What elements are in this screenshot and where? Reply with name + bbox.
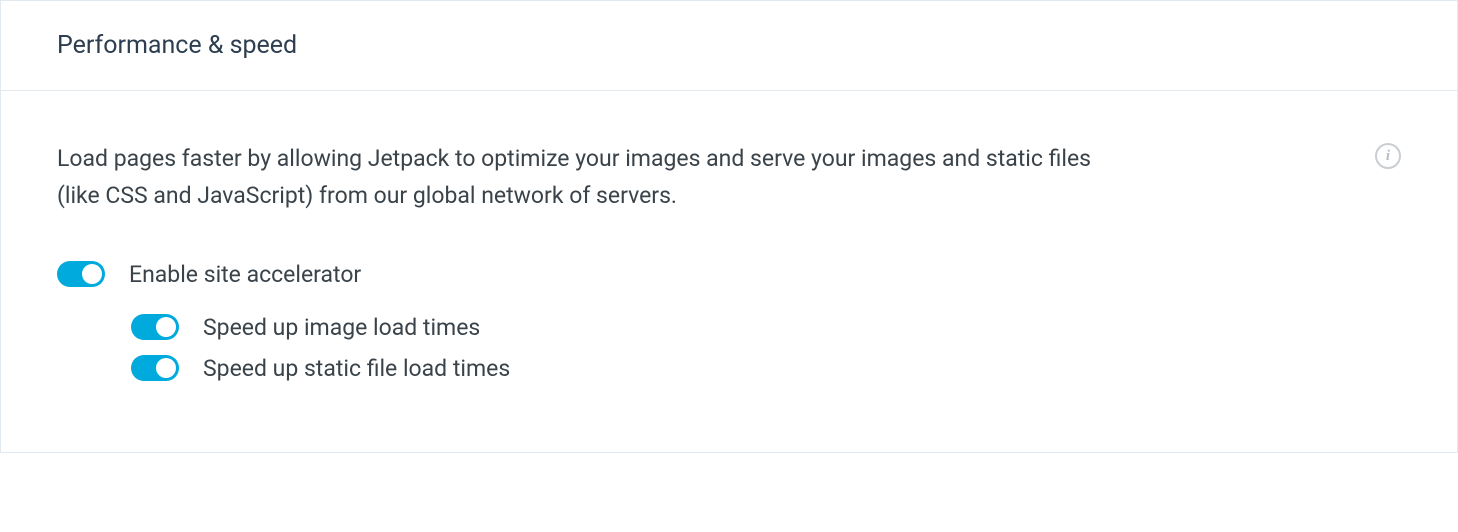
- setting-row-speed-static: Speed up static file load times: [131, 355, 1401, 382]
- setting-label-speed-static: Speed up static file load times: [203, 355, 510, 382]
- setting-label-enable-accelerator: Enable site accelerator: [129, 261, 361, 288]
- settings-list: Enable site accelerator Speed up image l…: [57, 261, 1401, 382]
- toggle-speed-static[interactable]: [131, 355, 179, 381]
- panel-title: Performance & speed: [57, 31, 1401, 60]
- toggle-knob: [156, 358, 176, 378]
- toggle-enable-accelerator[interactable]: [57, 261, 105, 287]
- panel-body: Load pages faster by allowing Jetpack to…: [1, 91, 1457, 452]
- setting-row-enable-accelerator: Enable site accelerator: [57, 261, 1401, 288]
- panel-description: Load pages faster by allowing Jetpack to…: [57, 141, 1127, 215]
- panel-header: Performance & speed: [1, 1, 1457, 91]
- setting-label-speed-images: Speed up image load times: [203, 314, 480, 341]
- info-icon-wrap: i: [1375, 141, 1401, 169]
- info-icon[interactable]: i: [1375, 143, 1401, 169]
- toggle-speed-images[interactable]: [131, 314, 179, 340]
- setting-row-speed-images: Speed up image load times: [131, 314, 1401, 341]
- description-row: Load pages faster by allowing Jetpack to…: [57, 141, 1401, 215]
- toggle-knob: [156, 317, 176, 337]
- toggle-knob: [82, 264, 102, 284]
- sub-settings: Speed up image load times Speed up stati…: [131, 314, 1401, 382]
- performance-speed-panel: Performance & speed Load pages faster by…: [0, 0, 1458, 453]
